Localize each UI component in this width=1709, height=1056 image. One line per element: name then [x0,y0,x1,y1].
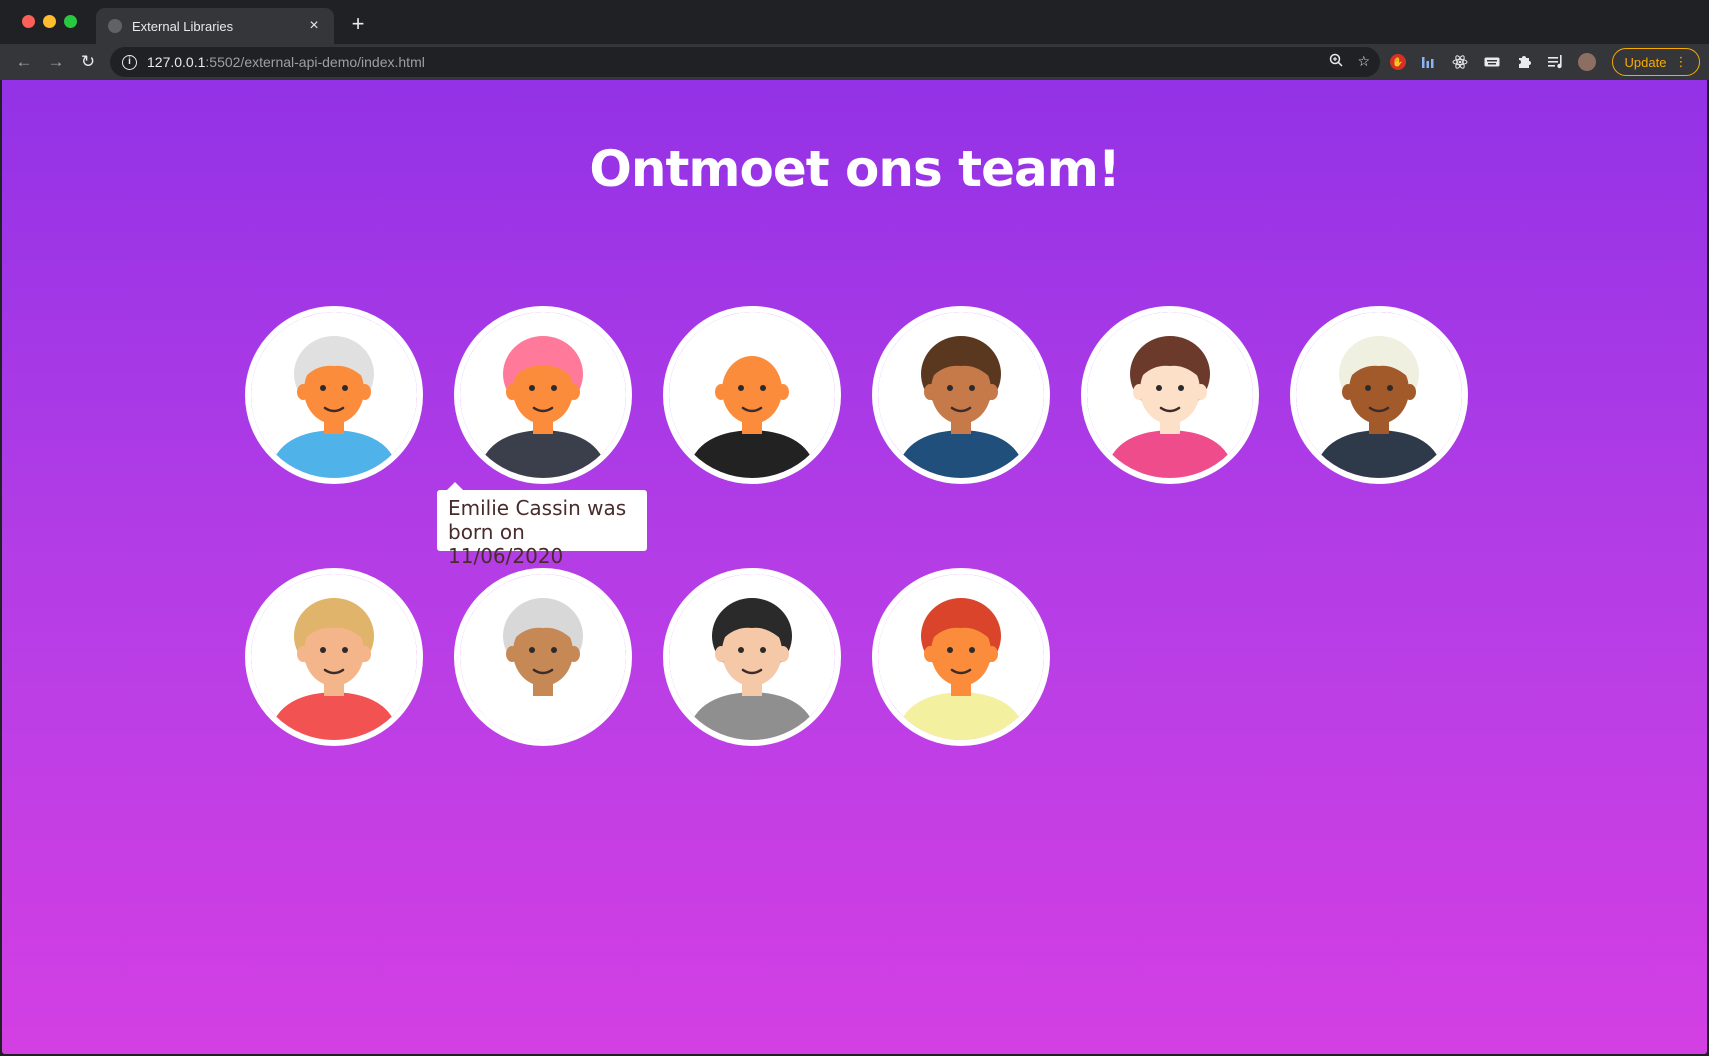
url-text: 127.0.0.1:5502/external-api-demo/index.h… [147,54,425,70]
page-title: Ontmoet ons team! [589,140,1120,198]
browser-toolbar: ← → ↻ i 127.0.0.1:5502/external-api-demo… [0,44,1709,80]
tab-external-libraries[interactable]: External Libraries × [96,8,334,44]
tab-strip: External Libraries × + [0,0,1709,44]
back-icon[interactable]: ← [12,50,36,74]
avatar-icon [251,574,417,740]
profile-avatar-icon[interactable] [1578,53,1596,71]
new-tab-button[interactable]: + [346,12,370,36]
avatar-icon [251,312,417,478]
window-controls [22,15,77,28]
react-devtools-icon[interactable] [1450,52,1470,72]
team-member-avatar[interactable] [1290,306,1468,484]
adblock-extension-icon[interactable]: ✋ [1390,54,1406,70]
avatar-icon [1087,312,1253,478]
zoom-icon[interactable] [1329,53,1343,70]
close-window-button[interactable] [22,15,35,28]
site-info-icon[interactable]: i [122,54,137,70]
avatar-icon [1296,312,1462,478]
team-member-avatar[interactable] [663,306,841,484]
team-member-avatar[interactable] [245,568,423,746]
page-content: Ontmoet ons team! Emilie Cassin was born… [2,80,1707,1054]
update-button[interactable]: Update ⋮ [1612,48,1700,76]
team-member-avatar[interactable] [245,306,423,484]
reload-icon[interactable]: ↻ [76,50,100,74]
team-member-avatar[interactable] [454,306,632,484]
extensions-area: ✋ [1390,52,1596,72]
avatar-icon [669,574,835,740]
team-member-avatar[interactable] [872,306,1050,484]
tab-title: External Libraries [132,18,234,34]
avatar-icon [669,312,835,478]
forward-icon[interactable]: → [44,50,68,74]
close-tab-icon[interactable]: × [306,17,322,35]
stats-extension-icon[interactable] [1418,52,1438,72]
bookmark-star-icon[interactable]: ☆ [1357,53,1370,70]
menu-dots-icon: ⋮ [1674,54,1688,69]
avatar-icon [460,574,626,740]
avatar-icon [460,312,626,478]
minimize-window-button[interactable] [43,15,56,28]
team-member-avatar[interactable] [872,568,1050,746]
media-queue-icon[interactable] [1546,52,1566,72]
globe-icon [108,19,122,33]
browser-window: External Libraries × + ← → ↻ i 127.0.0.1… [0,0,1709,1056]
avatar-icon [878,574,1044,740]
url-path: :5502/external-api-demo/index.html [205,54,425,70]
birthday-tooltip: Emilie Cassin was born on 11/06/2020 [437,482,647,568]
address-bar[interactable]: i 127.0.0.1:5502/external-api-demo/index… [110,47,1380,77]
team-member-avatar[interactable] [1081,306,1259,484]
team-member-avatar[interactable] [454,568,632,746]
keyboard-extension-icon[interactable] [1482,52,1502,72]
team-member-avatar[interactable] [663,568,841,746]
puzzle-extensions-icon[interactable] [1514,52,1534,72]
update-label: Update [1624,54,1667,70]
avatar-icon [878,312,1044,478]
maximize-window-button[interactable] [64,15,77,28]
url-host: 127.0.0.1 [147,54,206,70]
